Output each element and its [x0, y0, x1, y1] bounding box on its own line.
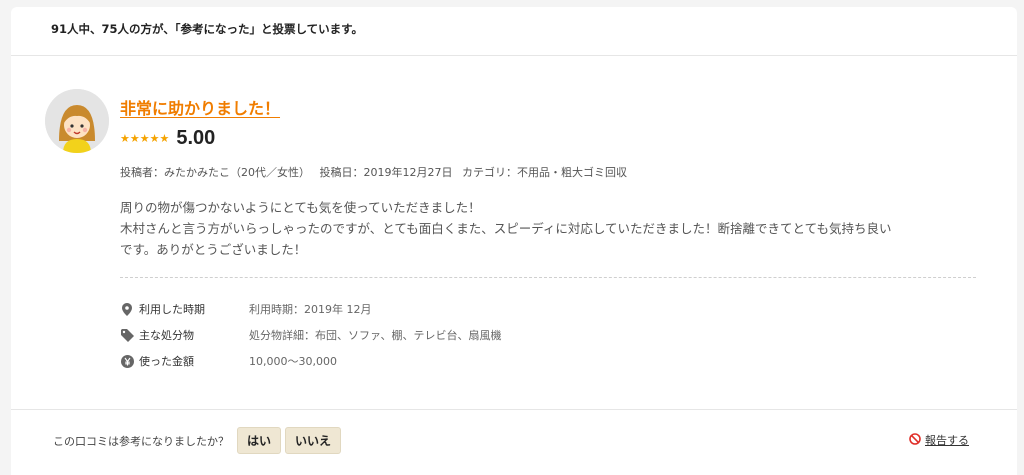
divider: [11, 55, 1017, 56]
helpful-vote: この口コミは参考になりましたか？ はい いいえ: [53, 427, 345, 454]
report-label: 報告する: [925, 434, 969, 447]
detail-label: 利用した時期: [139, 303, 205, 316]
detail-value: 10,000〜30,000: [249, 355, 337, 368]
rating: ★ ★ ★ ★ ★ 5.00: [120, 127, 215, 150]
star-rating: ★ ★ ★ ★ ★: [120, 133, 169, 144]
star-icon: ★: [120, 132, 130, 145]
yes-button[interactable]: はい: [237, 427, 282, 454]
vote-summary: 91人中、75人の方が、「参考になった」と投票しています。: [51, 22, 364, 36]
review-body-line: です。ありがとうございました！: [120, 242, 307, 257]
prohibited-icon: [909, 432, 921, 448]
review-body-line: 木村さんと言う方がいらっしゃったのですが、とても面白くまた、スピーディに対応して…: [120, 221, 892, 236]
star-icon: ★: [139, 132, 150, 145]
location-pin-icon: [120, 302, 134, 316]
divider: [11, 409, 1017, 410]
review-meta: 投稿者：みたかみたこ（20代／女性） 投稿日：2019年12月27日 カテゴリ：…: [120, 164, 633, 180]
rating-score: 5.00: [176, 127, 216, 149]
report-link[interactable]: 報告する: [909, 432, 969, 448]
star-icon: ★: [129, 132, 140, 145]
review-title[interactable]: 非常に助かりました！: [120, 95, 280, 119]
detail-label: 使った金額: [139, 355, 194, 368]
detail-value: 処分物詳細：布団、ソファ、棚、テレビ台、扇風機: [249, 329, 502, 342]
review-body-line: 周りの物が傷つかないようにとても気を使っていただきました！: [120, 200, 481, 215]
detail-row-cost: 使った金額 10,000〜30,000: [120, 348, 501, 374]
detail-row-items: 主な処分物 処分物詳細：布団、ソファ、棚、テレビ台、扇風機: [120, 322, 501, 348]
detail-row-period: 利用した時期 利用時期：2019年 12月: [120, 296, 501, 322]
review-body: 周りの物が傷つかないようにとても気を使っていただきました！ 木村さんと言う方がい…: [120, 197, 990, 260]
yen-icon: [120, 354, 134, 368]
star-icon: ★: [149, 132, 160, 145]
no-button[interactable]: いいえ: [285, 427, 342, 454]
detail-label: 主な処分物: [139, 329, 194, 342]
detail-value: 利用時期：2019年 12月: [249, 303, 372, 316]
dashed-divider: [120, 277, 976, 278]
review-card: 91人中、75人の方が、「参考になった」と投票しています。 非常に助かりました！…: [11, 7, 1017, 475]
helpful-question: この口コミは参考になりましたか？: [53, 434, 229, 448]
posted-date: 投稿日：2019年12月27日: [319, 166, 453, 179]
category: カテゴリ：不用品・粗大ゴミ回収: [462, 166, 627, 179]
tag-icon: [120, 328, 134, 342]
reviewer-avatar-icon: [45, 89, 109, 153]
avatar: [45, 89, 109, 153]
star-icon: ★: [159, 132, 170, 145]
review-details: 利用した時期 利用時期：2019年 12月 主な処分物 処分物詳細：布団、ソファ…: [120, 296, 501, 374]
poster-info: 投稿者：みたかみたこ（20代／女性）: [120, 166, 310, 179]
